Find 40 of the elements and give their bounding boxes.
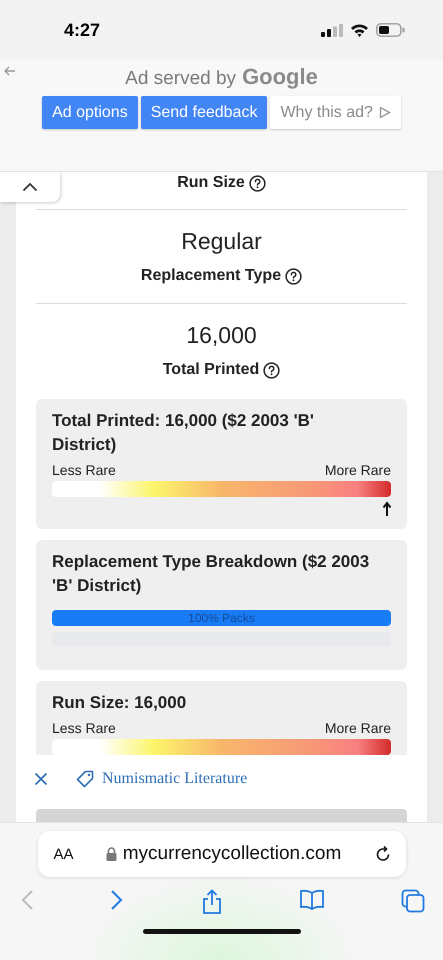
battery-icon (376, 23, 405, 37)
wifi-icon (350, 23, 369, 37)
caret-up-icon (22, 182, 38, 192)
lock-icon (106, 847, 117, 861)
stat-label: Run Size (177, 174, 245, 192)
scale-high-label: More Rare (324, 720, 391, 736)
chevron-left-icon (20, 889, 34, 911)
panel-title: Total Printed: 16,000 ($2 2003 'B' District) (52, 410, 315, 456)
reload-icon[interactable] (374, 845, 392, 863)
help-icon[interactable] (263, 362, 280, 378)
help-icon[interactable] (248, 174, 266, 192)
brand-name: Google (242, 64, 318, 90)
ad-button[interactable]: Why this ad? (270, 96, 401, 129)
scale-low-label: Less Rare (52, 720, 116, 736)
tabs-icon[interactable] (401, 889, 425, 913)
ad-button[interactable]: Ad options (42, 96, 138, 129)
book-icon[interactable] (298, 889, 325, 911)
address-bar[interactable]: AA mycurrencycollection.com (38, 831, 406, 877)
signal-icon (321, 24, 343, 36)
status-time: 4:27 (64, 20, 100, 40)
url-text: mycurrencycollection.com (122, 843, 342, 865)
tag-icon (76, 770, 94, 788)
scale-low-label: Less Rare (52, 462, 116, 478)
play-icon (378, 106, 391, 119)
share-icon[interactable] (200, 889, 222, 915)
stat-label: Replacement Type (140, 267, 282, 285)
ad-button[interactable]: Send feedback (140, 96, 268, 129)
tag-link[interactable]: Numismatic Literature (76, 770, 248, 788)
close-icon[interactable] (34, 772, 48, 786)
text-size-button[interactable]: AA (54, 846, 74, 862)
panel-title: Replacement Type Breakdown ($2 2003 'B' District) (52, 551, 370, 597)
panel-title: Run Size: 16,000 (52, 692, 188, 714)
scale-high-label: More Rare (324, 462, 391, 478)
ad-attribution: Ad served by (125, 68, 236, 90)
chevron-right-icon (110, 889, 124, 911)
stat-value: Regular (181, 228, 262, 255)
stat-label: Total Printed (162, 361, 260, 379)
back-arrow-icon[interactable] (4, 66, 16, 76)
help-icon[interactable] (285, 268, 302, 284)
stat-value: 16,000 (186, 322, 257, 349)
